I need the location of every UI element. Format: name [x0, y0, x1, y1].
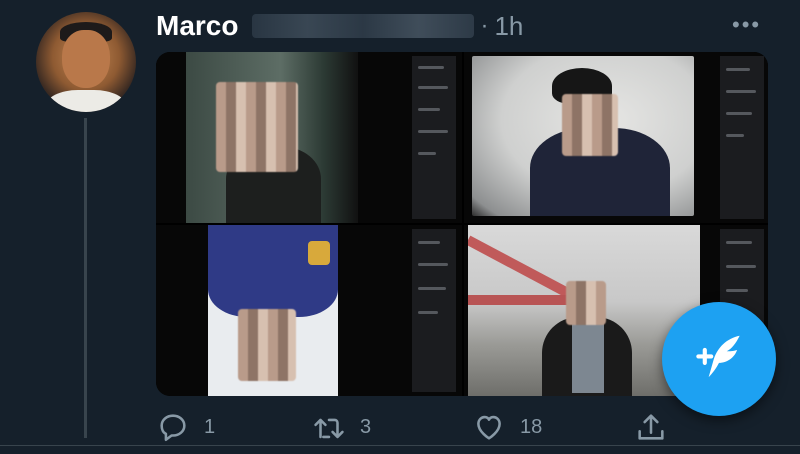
avatar-shirt: [46, 90, 126, 112]
image-3-app-panel: [412, 229, 456, 392]
heart-icon: [477, 415, 501, 440]
image-1-photo: [186, 52, 358, 223]
tweet-actions: 1 3 18: [156, 410, 676, 450]
share-icon: [638, 414, 664, 440]
reply-button[interactable]: 1: [156, 410, 215, 444]
image-2-app-panel: [720, 56, 764, 219]
like-button[interactable]: 18: [472, 410, 542, 444]
author-avatar[interactable]: [36, 12, 136, 112]
avatar-face: [62, 30, 110, 88]
tweet-screen: Marco · 1h ••• 1 3 18: [0, 0, 800, 454]
tweet-header: Marco · 1h: [156, 8, 523, 44]
media-image-3[interactable]: [156, 225, 462, 396]
retweet-count: 3: [360, 415, 372, 438]
media-image-2[interactable]: [464, 52, 768, 223]
compose-tweet-icon: [696, 335, 740, 378]
image-4-railing-lower: [468, 295, 578, 305]
image-2-photo: [472, 56, 694, 216]
like-count: 18: [520, 415, 543, 438]
image-3-jacket: [208, 225, 338, 317]
thread-line: [84, 118, 87, 438]
image-1-face-blur: [216, 82, 298, 172]
retweet-button[interactable]: 3: [312, 410, 371, 444]
separator-dot: ·: [480, 12, 489, 39]
tweet-divider: [0, 445, 800, 446]
image-3-badge: [308, 241, 330, 265]
tweet-timestamp[interactable]: 1h: [494, 11, 523, 42]
author-name[interactable]: Marco: [156, 10, 238, 42]
share-button[interactable]: [634, 410, 682, 444]
retweet-icon: [314, 418, 344, 439]
media-image-1[interactable]: [156, 52, 462, 223]
image-4-face-blur: [566, 281, 606, 325]
image-4-shirt: [572, 323, 604, 393]
compose-tweet-button[interactable]: [662, 302, 776, 416]
image-3-face-blur: [238, 309, 296, 381]
reply-icon: [160, 414, 186, 442]
image-1-app-panel: [412, 56, 456, 219]
author-handle-redacted[interactable]: [252, 14, 475, 38]
image-4-railing: [468, 235, 577, 301]
image-3-photo: [208, 225, 338, 396]
more-options-icon[interactable]: •••: [732, 12, 761, 38]
image-2-face-blur: [562, 94, 618, 156]
reply-count: 1: [204, 415, 216, 438]
